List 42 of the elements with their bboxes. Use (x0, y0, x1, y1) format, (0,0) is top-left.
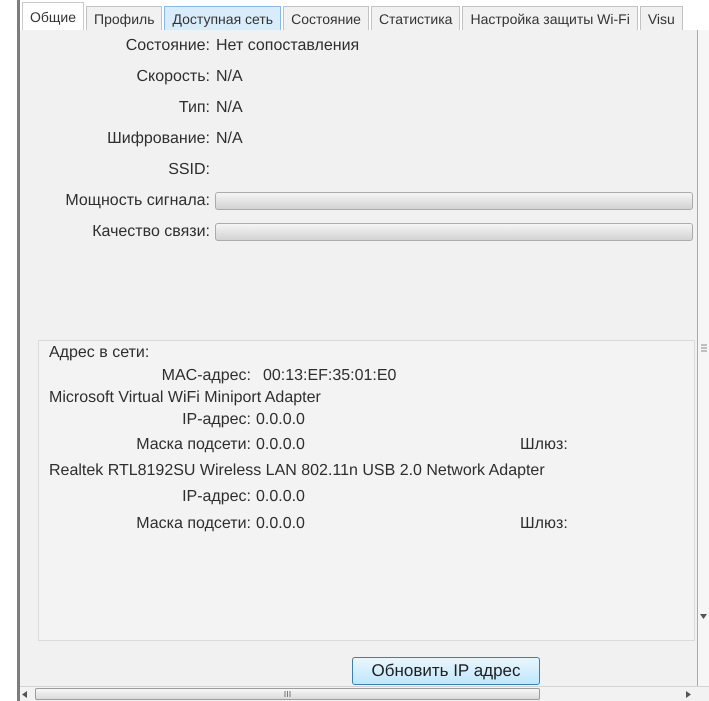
field-label: IP-адрес: (181, 486, 251, 506)
field-label: Скорость: (135, 66, 210, 86)
meter-label: Качество связи: (91, 222, 210, 242)
left-arrow-icon[interactable] (22, 690, 27, 698)
field-value: Нет сопоставления (216, 36, 360, 56)
grip-icon (700, 344, 706, 352)
field-label: SSID: (167, 160, 210, 180)
field-label: Состояние: (124, 36, 210, 56)
field-label: Маска подсети: (135, 514, 251, 534)
adapter-name: Realtek RTL8192SU Wireless LAN 802.11n USB 2.0 Network Adapter (49, 460, 545, 480)
field-value: N/A (216, 128, 243, 148)
field-label: Шлюз: (520, 434, 568, 454)
down-arrow-icon[interactable] (700, 614, 707, 619)
field-label: Шлюз: (520, 514, 568, 534)
tab[interactable]: Общие (22, 2, 84, 30)
tab[interactable]: Профиль (86, 6, 162, 30)
grip-icon (284, 691, 291, 697)
tab[interactable]: Статистика (370, 6, 460, 30)
horizontal-scrollbar[interactable] (20, 686, 709, 701)
vertical-scrollbar[interactable] (698, 30, 709, 686)
field-value: 0.0.0.0 (256, 486, 305, 506)
field-label: Шифрование: (106, 128, 210, 148)
field-value: N/A (216, 66, 243, 86)
adapter-name: Microsoft Virtual WiFi Miniport Adapter (49, 388, 321, 408)
tab[interactable]: Состояние (283, 6, 369, 30)
scrollbar-thumb[interactable] (35, 688, 540, 700)
field-value: N/A (216, 98, 243, 118)
tab[interactable]: Доступная сеть (164, 6, 282, 30)
meter-label: Мощность сигнала: (64, 190, 210, 210)
tab[interactable]: Visu (640, 6, 683, 30)
field-label: IP-адрес: (181, 410, 251, 430)
tab[interactable]: Настройка защиты Wi-Fi (462, 6, 638, 30)
field-label: Маска подсети: (135, 434, 251, 454)
group-title: Адрес в сети: (49, 343, 150, 363)
field-value: 0.0.0.0 (256, 514, 305, 534)
field-value: 00:13:EF:35:01:E0 (263, 366, 396, 386)
right-arrow-icon[interactable] (686, 690, 691, 698)
field-label: Тип: (178, 98, 210, 118)
refresh-ip-button[interactable]: Обновить IP адрес (352, 657, 540, 685)
field-value: 0.0.0.0 (256, 434, 305, 454)
field-label: MAC-адрес: (160, 366, 251, 386)
field-value: 0.0.0.0 (256, 410, 305, 430)
